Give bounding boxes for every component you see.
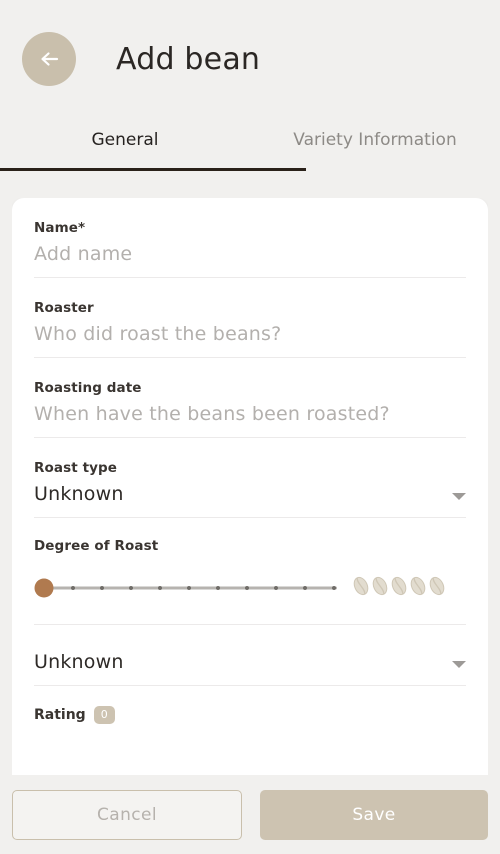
slider-thumb[interactable] xyxy=(34,578,54,598)
field-roast-type-label: Roast type xyxy=(34,460,118,476)
field-roasting-date[interactable]: Roasting date When have the beans been r… xyxy=(34,358,466,438)
slider-tick xyxy=(71,586,75,590)
tab-variety-information[interactable]: Variety Information xyxy=(250,118,500,166)
chevron-down-icon[interactable] xyxy=(452,493,466,500)
app-header: Add bean xyxy=(0,0,500,118)
roasting-date-input[interactable]: When have the beans been roasted? xyxy=(34,403,466,427)
form-card: Name* Add name Roaster Who did roast the… xyxy=(12,198,488,775)
field-roaster[interactable]: Roaster Who did roast the beans? xyxy=(34,278,466,358)
secondary-select-value: Unknown xyxy=(34,651,124,673)
slider-tick xyxy=(129,586,133,590)
page-title: Add bean xyxy=(116,41,261,77)
field-rating[interactable]: Rating 0 xyxy=(34,686,466,742)
footer-action-bar: Cancel Save xyxy=(0,775,500,854)
field-degree-of-roast-label: Degree of Roast xyxy=(34,538,159,554)
cancel-button[interactable]: Cancel xyxy=(12,789,242,840)
field-roasting-date-label: Roasting date xyxy=(34,380,142,396)
degree-of-roast-slider[interactable] xyxy=(34,577,337,599)
slider-tick xyxy=(332,586,336,590)
slider-tick xyxy=(187,586,191,590)
tab-general[interactable]: General xyxy=(0,118,306,171)
tab-general-label: General xyxy=(91,130,159,150)
field-roaster-label: Roaster xyxy=(34,300,94,316)
field-roast-type[interactable]: Roast type Unknown xyxy=(34,438,466,518)
roast-bean-indicator xyxy=(349,574,449,602)
slider-tick xyxy=(274,586,278,590)
arrow-left-icon xyxy=(37,47,61,71)
form-scroll-area[interactable]: Name* Add name Roaster Who did roast the… xyxy=(12,198,488,775)
secondary-select[interactable]: Unknown xyxy=(34,647,466,675)
degree-of-roast-row xyxy=(34,574,466,602)
field-name[interactable]: Name* Add name xyxy=(34,198,466,278)
tab-bar: General Variety Information xyxy=(0,118,500,171)
field-name-label: Name* xyxy=(34,220,86,236)
roast-type-value: Unknown xyxy=(34,483,124,505)
chevron-down-icon[interactable] xyxy=(452,661,466,668)
name-input[interactable]: Add name xyxy=(34,243,466,267)
rating-badge: 0 xyxy=(93,706,115,725)
slider-tick xyxy=(216,586,220,590)
roaster-input[interactable]: Who did roast the beans? xyxy=(34,323,466,347)
coffee-bean-icon xyxy=(425,574,449,602)
field-degree-of-roast: Degree of Roast xyxy=(34,518,466,625)
roast-type-select[interactable]: Unknown xyxy=(34,483,466,507)
tab-variety-information-label: Variety Information xyxy=(293,130,457,150)
save-button[interactable]: Save xyxy=(260,789,488,840)
slider-tick xyxy=(100,586,104,590)
field-secondary-select[interactable]: Unknown xyxy=(34,625,466,686)
slider-tick xyxy=(303,586,307,590)
slider-tick xyxy=(245,586,249,590)
back-button[interactable] xyxy=(22,32,76,86)
slider-tick xyxy=(158,586,162,590)
rating-label: Rating xyxy=(34,707,86,724)
